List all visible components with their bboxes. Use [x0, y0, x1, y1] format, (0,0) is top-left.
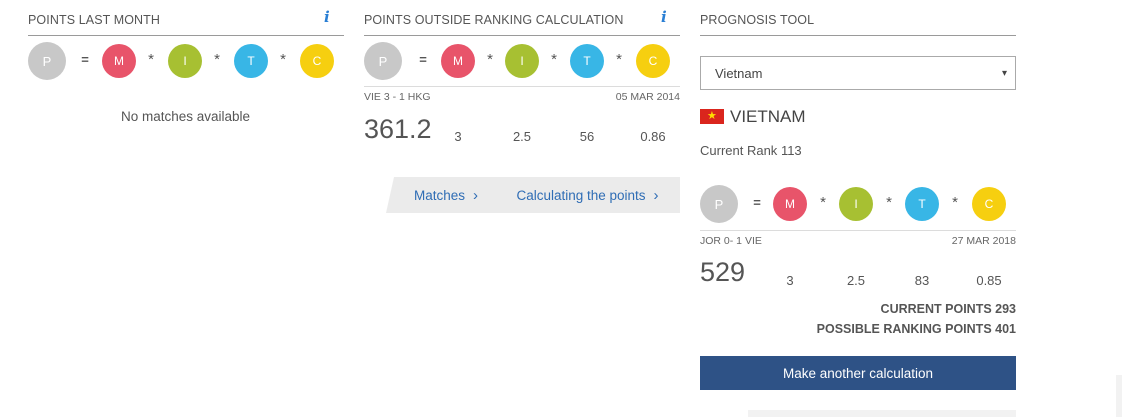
formula-i-circle: I [505, 44, 539, 78]
home-team: VIE [364, 91, 381, 103]
multiply-sign: * [487, 51, 493, 68]
vietnam-flag-icon: ★ [700, 109, 724, 124]
match-importance-value: 3 [786, 273, 794, 288]
panel-title: PROGNOSIS TOOL [700, 13, 815, 27]
formula-m-circle: M [441, 44, 475, 78]
match-result-value: 2.5 [512, 129, 532, 144]
selected-country: Vietnam [715, 65, 763, 81]
points-formula: P = M * I * T * C [700, 185, 1016, 223]
match-result-value: 2.5 [846, 273, 866, 288]
multiply-sign: * [551, 51, 557, 68]
chevron-right-icon: › [473, 186, 479, 204]
current-points: CURRENT POINTS 293 [880, 302, 1016, 316]
multiply-sign: * [280, 51, 286, 68]
match-date: 27 MAR 2018 [951, 235, 1016, 247]
scrollbar-track[interactable] [1116, 375, 1122, 417]
equals-sign: = [419, 52, 427, 67]
chevron-down-icon: ▾ [1001, 68, 1007, 79]
divider [364, 35, 680, 36]
matches-label: Matches [413, 187, 466, 203]
rank-value: 113 [780, 143, 802, 158]
make-another-calculation-button[interactable]: Make another calculation [700, 356, 1016, 390]
opponent-strength-value: 56 [579, 129, 595, 144]
match-points: 361.2 [364, 114, 432, 144]
multiply-sign: * [886, 194, 892, 211]
match-teams: VIE 3 - 1 HKG [364, 91, 431, 103]
multiply-sign: * [616, 51, 622, 68]
formula-c-circle: C [972, 187, 1006, 221]
formula-i-circle: I [168, 44, 202, 78]
multiply-sign: * [148, 51, 154, 68]
calculating-points-label: Calculating the points [516, 187, 646, 203]
formula-t-circle: T [570, 44, 604, 78]
calculating-points-link[interactable]: Calculating the points › [495, 177, 680, 213]
formula-p-circle: P [28, 42, 66, 80]
match-score: 3 - 1 [383, 91, 405, 103]
matches-link[interactable]: Matches › [386, 177, 506, 213]
confederation-value: 0.85 [976, 273, 1002, 288]
match-importance-value: 3 [454, 129, 462, 144]
current-rank: Current Rank 113 [700, 143, 802, 158]
points-formula: P = M * I * T * C [28, 42, 344, 80]
formula-m-circle: M [773, 187, 807, 221]
country-name: VIETNAM [730, 107, 806, 126]
divider [700, 230, 1016, 231]
away-team: HKG [407, 91, 431, 103]
formula-p-circle: P [364, 42, 402, 80]
panel-title: POINTS OUTSIDE RANKING CALCULATION [364, 13, 624, 27]
chevron-right-icon: › [653, 186, 659, 204]
no-matches-text: No matches available [121, 109, 251, 124]
divider [28, 35, 344, 36]
equals-sign: = [81, 52, 89, 67]
formula-c-circle: C [636, 44, 670, 78]
confederation-value: 0.86 [640, 129, 666, 144]
formula-c-circle: C [300, 44, 334, 78]
match-score: 0- 1 [723, 235, 743, 247]
formula-t-circle: T [234, 44, 268, 78]
info-icon[interactable]: i [661, 8, 667, 26]
points-outside-ranking-panel: POINTS OUTSIDE RANKING CALCULATION i P =… [364, 0, 680, 220]
formula-m-circle: M [102, 44, 136, 78]
prognosis-points: 529 [700, 257, 746, 287]
info-icon[interactable]: i [324, 8, 330, 26]
opponent-strength-value: 83 [914, 273, 930, 288]
equals-sign: = [753, 195, 761, 210]
formula-t-circle: T [905, 187, 939, 221]
home-team: JOR [700, 235, 721, 247]
possible-ranking-points: POSSIBLE RANKING POINTS 401 [816, 322, 1016, 336]
divider [364, 86, 680, 87]
match-teams: JOR 0- 1 VIE [700, 235, 762, 247]
divider [700, 35, 1016, 36]
match-date: 05 MAR 2014 [615, 91, 680, 103]
multiply-sign: * [214, 51, 220, 68]
formula-p-circle: P [700, 185, 738, 223]
prognosis-tool-panel: PROGNOSIS TOOL Vietnam ▾ ★ VIETNAM Curre… [700, 0, 1016, 417]
multiply-sign: * [952, 194, 958, 211]
away-team: VIE [744, 235, 762, 247]
panel-title: POINTS LAST MONTH [28, 13, 161, 27]
flag-star-icon: ★ [707, 110, 717, 122]
next-section-edge [748, 410, 1016, 417]
formula-i-circle: I [839, 187, 873, 221]
country-select[interactable]: Vietnam ▾ [700, 56, 1016, 90]
multiply-sign: * [820, 194, 826, 211]
rank-label: Current Rank [700, 143, 778, 158]
points-formula: P = M * I * T * C [364, 42, 680, 80]
